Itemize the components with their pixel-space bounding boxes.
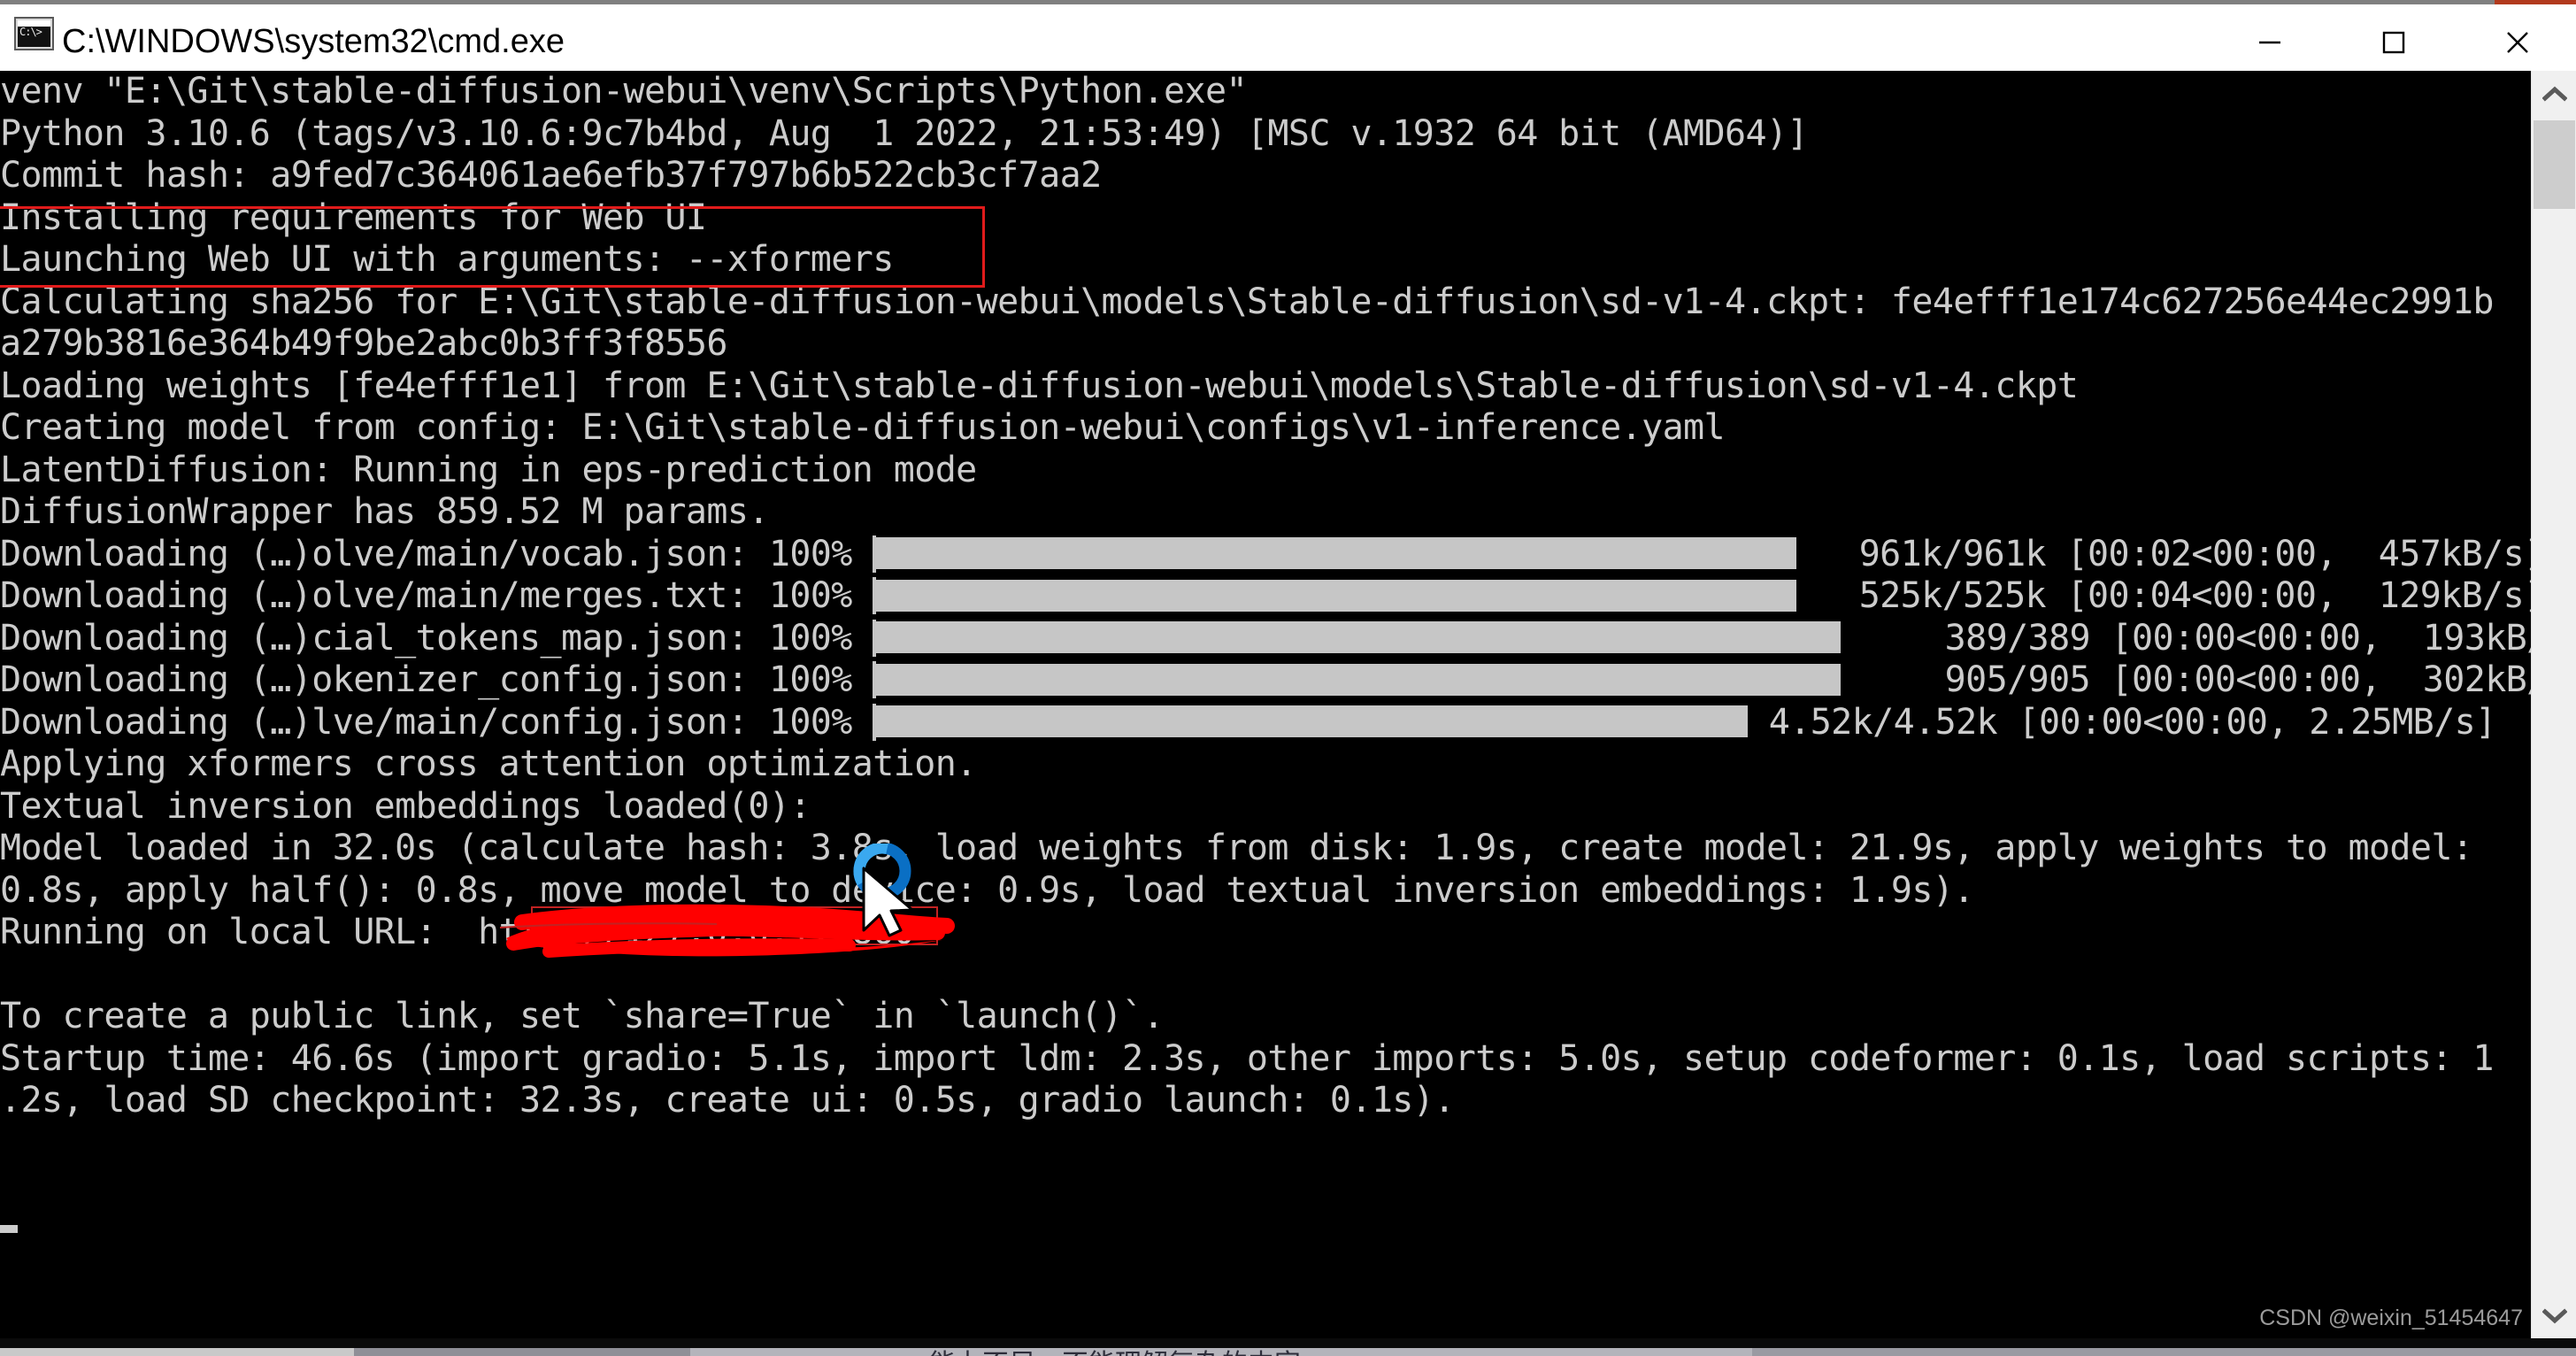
download-progress-line: Downloading (…)cial_tokens_map.json: 100…	[0, 618, 2531, 660]
scroll-down-button[interactable]	[2532, 1293, 2576, 1338]
download-label: Downloading (…)olve/main/vocab.json: 100…	[0, 533, 873, 574]
console-line: Applying xformers cross attention optimi…	[0, 743, 977, 784]
console-line: DiffusionWrapper has 859.52 M params.	[0, 491, 769, 532]
console-line: Calculating sha256 for E:\Git\stable-dif…	[0, 281, 2494, 322]
console-line: Running on local URL: http://127.0.0.1:7…	[0, 912, 915, 952]
progress-bar-fill	[876, 579, 1797, 612]
maximize-icon	[2382, 31, 2405, 53]
download-label: Downloading (…)cial_tokens_map.json: 100…	[0, 617, 873, 659]
taskbar-sliver: 能力不足，不能理解复杂的内容	[0, 1348, 2576, 1356]
console-caret	[0, 1225, 18, 1233]
cmd-window: C:\> C:\WINDOWS\system32\cmd.exe venv "E…	[0, 0, 2576, 1356]
console-line: Model loaded in 32.0s (calculate hash: 3…	[0, 828, 2473, 868]
scroll-up-button[interactable]	[2532, 71, 2576, 116]
taskbar-segment-b	[354, 1348, 690, 1356]
download-stats: 905/905 [00:00<00:00, 302kB/s]	[1841, 659, 2531, 700]
taskbar-segment-a	[0, 1348, 354, 1356]
progress-bar-fill	[876, 621, 1842, 653]
console-line: a279b3816e364b49f9be2abc0b3ff3f8556	[0, 323, 727, 364]
vertical-scrollbar-thumb[interactable]	[2534, 120, 2575, 209]
taskbar-text: 能力不足，不能理解复杂的内容	[929, 1348, 1301, 1356]
download-stats: 525k/525k [00:04<00:00, 129kB/s]	[1796, 575, 2531, 616]
title-bar[interactable]: C:\> C:\WINDOWS\system32\cmd.exe	[0, 4, 2576, 71]
download-stats: 961k/961k [00:02<00:00, 457kB/s]	[1796, 533, 2531, 574]
console-line: Textual inversion embeddings loaded(0):	[0, 785, 811, 827]
console-line: venv "E:\Git\stable-diffusion-webui\venv…	[0, 71, 1248, 112]
console-line: Python 3.10.6 (tags/v3.10.6:9c7b4bd, Aug…	[0, 112, 1809, 154]
console-line: 0.8s, apply half(): 0.8s, move model to …	[0, 869, 1974, 911]
window-title: C:\WINDOWS\system32\cmd.exe	[62, 23, 565, 60]
csdn-watermark: CSDN @weixin_51454647	[2259, 1306, 2523, 1330]
minimize-button[interactable]	[2226, 9, 2314, 75]
download-progress-line: Downloading (…)olve/main/vocab.json: 100…	[0, 534, 2531, 576]
console-line: LatentDiffusion: Running in eps-predicti…	[0, 449, 977, 490]
progress-bar-fill	[876, 663, 1842, 696]
console-line: To create a public link, set `share=True…	[0, 996, 1165, 1036]
console-line: Commit hash: a9fed7c364061ae6efb37f797b6…	[0, 155, 1102, 196]
minimize-icon	[2259, 41, 2280, 43]
download-progress-line: Downloading (…)lve/main/config.json: 100…	[0, 702, 2531, 744]
console-output-area[interactable]: venv "E:\Git\stable-diffusion-webui\venv…	[0, 71, 2531, 1338]
console-line: Startup time: 46.6s (import gradio: 5.1s…	[0, 1037, 2494, 1079]
chevron-up-icon	[2541, 86, 2567, 102]
cmd-console-icon: C:\>	[14, 17, 54, 50]
progress-bar-fill	[876, 537, 1797, 569]
download-progress-line: Downloading (…)okenizer_config.json: 100…	[0, 659, 2531, 702]
console-text: venv "E:\Git\stable-diffusion-webui\venv…	[0, 71, 2531, 1122]
close-button[interactable]	[2473, 9, 2562, 75]
console-line: Creating model from config: E:\Git\stabl…	[0, 407, 1726, 448]
vertical-scrollbar[interactable]	[2531, 71, 2576, 1338]
console-line: Installing requirements for Web UI	[0, 196, 707, 238]
download-stats: 4.52k/4.52k [00:00<00:00, 2.25MB/s]	[1748, 701, 2496, 743]
console-line: Launching Web UI with arguments: --xform…	[0, 239, 894, 280]
console-line: Loading weights [fe4efff1e1] from E:\Git…	[0, 365, 2079, 406]
taskbar-segment-d	[1752, 1348, 2576, 1356]
console-line: .2s, load SD checkpoint: 32.3s, create u…	[0, 1080, 1455, 1121]
download-progress-line: Downloading (…)olve/main/merges.txt: 100…	[0, 575, 2531, 618]
download-stats: 389/389 [00:00<00:00, 193kB/s]	[1841, 617, 2531, 659]
icon-prompt-glyph: C:\>	[18, 27, 50, 47]
icon-titlebar-stripe	[18, 20, 50, 27]
close-icon	[2507, 31, 2528, 53]
maximize-button[interactable]	[2349, 9, 2438, 75]
download-label: Downloading (…)okenizer_config.json: 100…	[0, 659, 873, 700]
progress-bar-fill	[876, 705, 1749, 737]
download-label: Downloading (…)lve/main/config.json: 100…	[0, 701, 873, 743]
chevron-down-icon	[2541, 1307, 2567, 1323]
download-label: Downloading (…)olve/main/merges.txt: 100…	[0, 575, 873, 616]
